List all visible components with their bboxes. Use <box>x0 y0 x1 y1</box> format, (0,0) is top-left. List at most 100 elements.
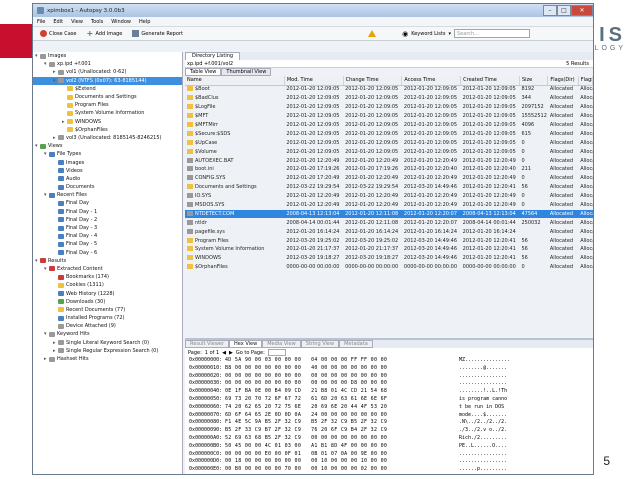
tree-item[interactable]: Documents and Settings <box>33 93 182 101</box>
tree-item[interactable]: ▾ Extracted Content <box>33 265 182 273</box>
tree-item[interactable]: Final Day - 4 <box>33 232 182 240</box>
tree-item[interactable]: ▾ Results <box>33 257 182 265</box>
tree-item[interactable]: $Extend <box>33 85 182 93</box>
tree-item[interactable]: Installed Programs (72) <box>33 314 182 322</box>
table-row[interactable]: $OrphanFiles 0000-00-00 00:00:00 0000-00-0… <box>185 262 593 273</box>
tree-item[interactable]: System Volume Information <box>33 109 182 117</box>
tree-item[interactable]: Bookmarks (174) <box>33 273 182 281</box>
goto-page-input[interactable] <box>267 349 286 356</box>
tree-item[interactable]: Audio <box>33 175 182 183</box>
table-cell: 2012-01-20 12:09:05 <box>401 93 461 104</box>
dropdown-chevron-icon[interactable]: ▾ <box>448 31 451 37</box>
table-row[interactable]: $Volume 2012-01-20 12:09:05 2012-01-20 12:… <box>185 147 593 157</box>
tree-item[interactable]: Documents <box>33 183 182 191</box>
table-row[interactable]: System Volume Information 2012-01-20 21:1… <box>185 245 593 255</box>
tree-item[interactable]: ▸ vol1 (Unallocated: 0-62) <box>33 68 182 76</box>
tree-item[interactable]: ▾ File Types <box>33 150 182 158</box>
table-row[interactable]: NTDETECT.COM 2008-04-13 12:13:04 2012-01-2… <box>185 209 593 219</box>
table-row[interactable]: $MFT 2012-01-20 12:09:05 2012-01-20 12:09:… <box>185 111 593 122</box>
column-header[interactable]: Name <box>185 76 285 86</box>
minimize-button[interactable]: – <box>543 5 557 16</box>
add-image-button[interactable]: + Add Image <box>83 28 125 39</box>
tree-item[interactable]: ▾ Views <box>33 142 182 150</box>
folder-icon <box>40 258 46 264</box>
tree-item[interactable]: Videos <box>33 167 182 175</box>
tree-item[interactable]: ▸ Single Regular Expression Search (0) <box>33 347 182 355</box>
title-bar[interactable]: xpimbox1 - Autopsy 3.0.0b3 – □ ✕ <box>33 4 593 17</box>
tree-item[interactable]: ▾ vol2 (NTFS (0x07): 63-8185144) <box>33 76 182 85</box>
tree-item[interactable]: Final Day - 6 <box>33 249 182 257</box>
tab-thumbnail-view[interactable]: Thumbnail View <box>221 68 272 76</box>
maximize-button[interactable]: □ <box>557 5 571 16</box>
menu-item-4[interactable]: Window <box>111 19 131 25</box>
column-header[interactable]: Flags(Dir) <box>547 76 579 86</box>
tree-item[interactable]: Final Day - 5 <box>33 240 182 248</box>
cell-value: 2012-01-20 12:09:05 <box>345 122 399 128</box>
tree-item[interactable]: Program Files <box>33 101 182 109</box>
tree-item[interactable]: Web History (1228) <box>33 289 182 297</box>
tab-directory-listing[interactable]: Directory Listing <box>185 52 241 60</box>
tree-item[interactable]: ▸ vol3 (Unallocated: 8185145-8246215) <box>33 134 182 142</box>
viewer-tab[interactable]: Metadata <box>339 340 373 348</box>
tree-item[interactable]: ▸ Single Literal Keyword Search (0) <box>33 339 182 347</box>
table-row[interactable]: $Secure:$SDS 2012-01-20 12:09:05 2012-01-2… <box>185 129 593 139</box>
column-header[interactable]: Access Time <box>401 76 462 86</box>
cell-value: Allocated <box>549 237 574 244</box>
table-row[interactable]: ntldr 2008-04-14 00:01:44 2012-01-20 12:11… <box>185 218 593 228</box>
tree-item[interactable]: Final Day - 2 <box>33 216 182 224</box>
tree-item[interactable]: Cookies (1311) <box>33 281 182 289</box>
tree-item[interactable]: Final Day - 1 <box>33 208 182 216</box>
menu-item-3[interactable]: Tools <box>91 19 103 25</box>
column-header[interactable]: Size <box>519 76 549 86</box>
generate-report-button[interactable]: Generate Report <box>129 28 186 39</box>
tree-item[interactable]: Downloads (30) <box>33 298 182 306</box>
table-row[interactable]: WINDOWS 2012-03-20 19:18:27 2012-03-20 19:… <box>185 253 593 264</box>
viewer-tab[interactable]: String View <box>300 340 340 348</box>
column-header[interactable]: Mod. Time <box>284 76 344 86</box>
table-row[interactable]: pagefile.sys 2012-01-20 16:14:24 2012-01-2… <box>185 227 593 237</box>
tab-table-view[interactable]: Table View <box>185 68 222 76</box>
table-row[interactable]: Documents and Settings 2012-03-22 19:29:5… <box>185 182 593 193</box>
table-row[interactable]: $LogFile 2012-01-20 12:09:05 2012-01-20 12… <box>185 102 593 113</box>
tree-item[interactable]: Images <box>33 158 182 166</box>
table-row[interactable]: MSDOS.SYS 2012-01-20 12:20:49 2012-01-20 1… <box>185 200 593 210</box>
tree-item[interactable]: ▾ Recent Files <box>33 191 182 199</box>
table-row[interactable]: IO.SYS 2012-01-20 12:20:49 2012-01-20 12:2… <box>185 191 593 202</box>
menu-item-5[interactable]: Help <box>139 19 150 25</box>
table-row[interactable]: AUTOEXEC.BAT 2012-01-20 12:20:49 2012-01-2… <box>185 156 593 166</box>
tree-item[interactable]: ▸ WINDOWS <box>33 118 182 126</box>
column-header[interactable]: Created Time <box>460 76 520 86</box>
close-window-button[interactable]: ✕ <box>571 5 593 16</box>
tree-item[interactable]: Device Attached (9) <box>33 322 182 330</box>
table-row[interactable]: CONFIG.SYS 2012-01-20 17:20:49 2012-01-20 … <box>185 173 593 184</box>
viewer-tab[interactable]: Result Viewer <box>185 340 230 348</box>
table-row[interactable]: Program Files 2012-03-20 19:25:02 2012-03-… <box>185 236 593 246</box>
table-row[interactable]: $BadClus 2012-01-20 12:09:05 2012-01-20 12… <box>185 93 593 104</box>
close-case-button[interactable]: Close Case <box>37 28 79 39</box>
tree-item[interactable]: $OrphanFiles <box>33 126 182 134</box>
column-header[interactable]: Flags(M <box>578 76 593 86</box>
warning-icon[interactable] <box>368 30 377 37</box>
next-page-button[interactable]: ▶ <box>229 350 233 356</box>
menu-item-2[interactable]: View <box>71 19 83 25</box>
tree-item[interactable]: ▾ xp.ipd +f.001 <box>33 60 182 68</box>
tree-item[interactable]: ▾ Keyword Hits <box>33 330 182 338</box>
search-input[interactable]: Search... <box>454 29 530 38</box>
column-header[interactable]: Change Time <box>343 76 403 86</box>
tree-item[interactable]: ▾ Images <box>33 52 182 60</box>
tree-item[interactable]: ▸ Hashset Hits <box>33 355 182 363</box>
table-row[interactable]: boot.ini 2012-01-20 17:19:26 2012-01-20 17… <box>185 165 593 175</box>
tree-item[interactable]: Final Day - 3 <box>33 224 182 232</box>
file-name-cell: MSDOS.SYS <box>185 200 285 210</box>
tree-item[interactable]: Final Day <box>33 199 182 207</box>
table-row[interactable]: $MFTMirr 2012-01-20 12:09:05 2012-01-20 12… <box>185 120 593 130</box>
tree-item[interactable]: Recent Documents (77) <box>33 306 182 314</box>
menu-item-0[interactable]: File <box>37 19 45 25</box>
menu-item-1[interactable]: Edit <box>53 19 63 25</box>
table-row[interactable]: $Boot 2012-01-20 12:09:05 2012-01-20 12:09… <box>185 85 593 95</box>
table-row[interactable]: $UpCase 2012-01-20 12:09:05 2012-01-20 12:… <box>185 138 593 148</box>
viewer-tab[interactable]: Hex View <box>229 340 263 348</box>
keyword-lists-button[interactable]: Keyword Lists <box>411 31 445 37</box>
prev-page-button[interactable]: ◀ <box>222 350 226 356</box>
viewer-tab[interactable]: Media View <box>262 340 301 348</box>
